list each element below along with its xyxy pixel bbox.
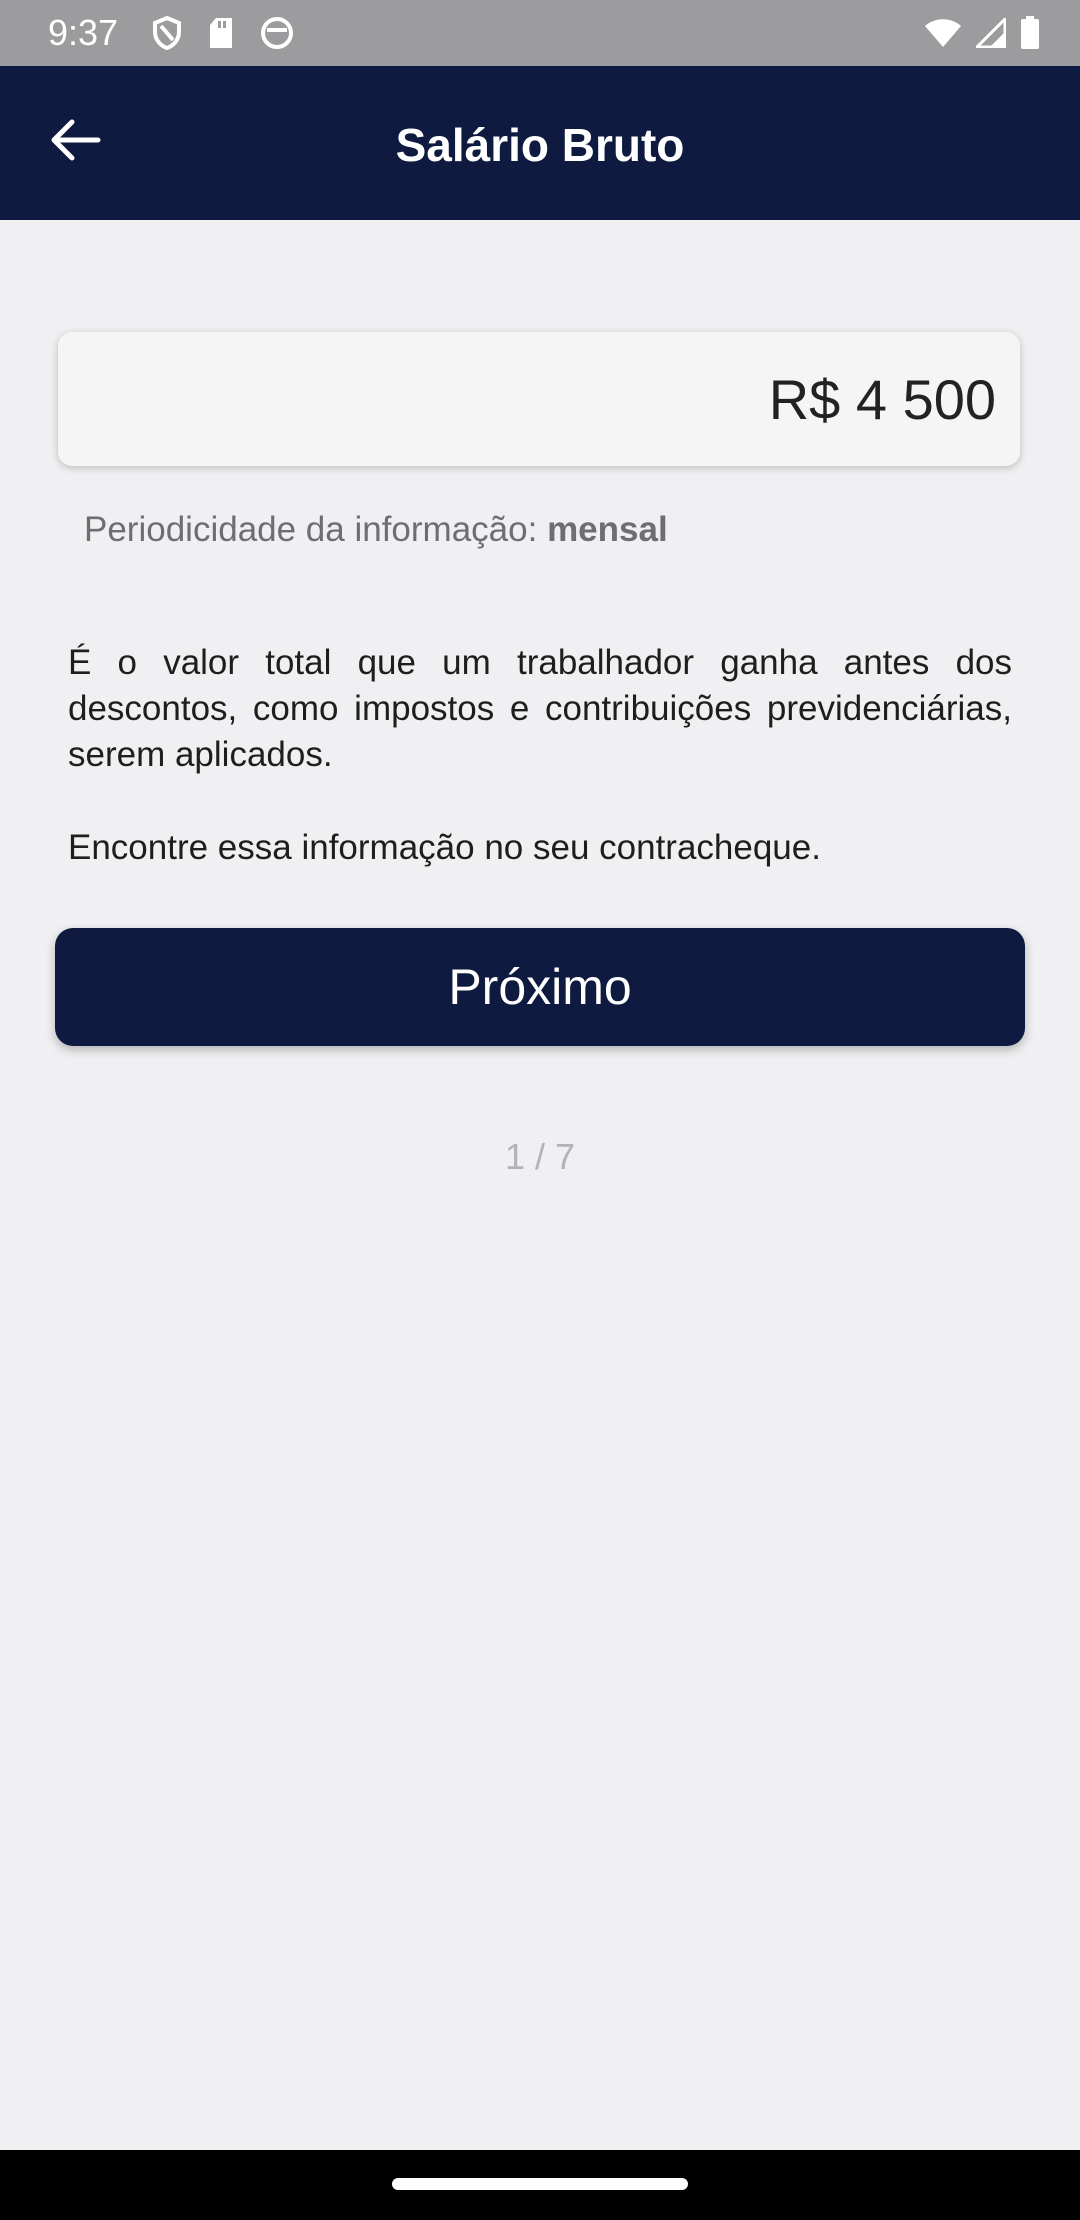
page-indicator: 1 / 7 (504, 1136, 576, 1177)
home-handle[interactable] (392, 2178, 688, 2190)
periodicity-label: Periodicidade da informação: (84, 510, 548, 549)
amount-field[interactable] (58, 332, 1020, 466)
shield-icon (152, 16, 182, 50)
status-bar: 9:37 (0, 0, 1080, 66)
next-button[interactable]: Próximo (55, 928, 1025, 1046)
sd-card-icon (208, 16, 234, 50)
app-bar: Salário Bruto (0, 66, 1080, 220)
status-icons-left (152, 16, 294, 50)
status-icons-right (924, 16, 1040, 50)
battery-icon (1020, 16, 1040, 50)
wifi-icon (924, 18, 962, 48)
hint-text: Encontre essa informação no seu contrach… (68, 828, 821, 867)
status-time: 9:37 (48, 12, 119, 53)
amount-input[interactable] (58, 332, 996, 466)
description-text: É o valor total que um trabalhador ganha… (68, 643, 1012, 774)
signal-icon (976, 18, 1006, 48)
periodicity-value: mensal (547, 510, 668, 549)
circle-app-icon (260, 16, 294, 50)
navigation-bar (0, 2150, 1080, 2220)
periodicity-info: Periodicidade da informação: mensal (84, 510, 668, 550)
page-title: Salário Bruto (395, 119, 685, 171)
